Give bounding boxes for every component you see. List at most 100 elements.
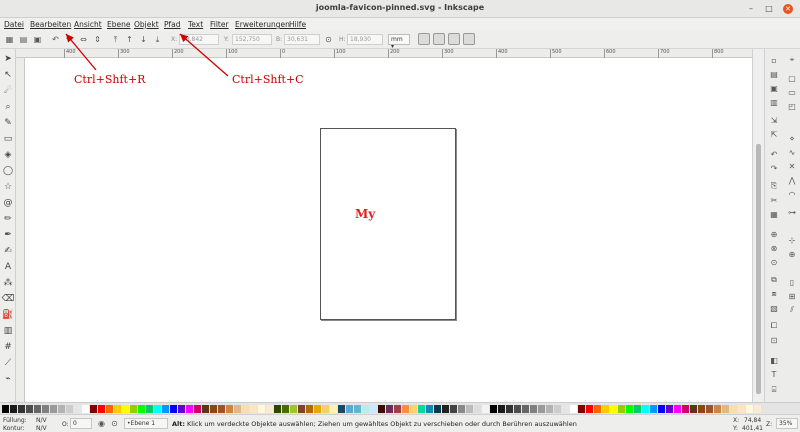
palette-swatch[interactable] [410,405,417,413]
select-all-icon[interactable]: ▦ [4,34,15,45]
palette-swatch[interactable] [690,405,697,413]
new-document-icon[interactable]: ▫ [769,55,779,65]
palette-swatch[interactable] [594,405,601,413]
snap-path-icon[interactable]: ∿ [787,147,797,157]
palette-swatch[interactable] [90,405,97,413]
palette-swatch[interactable] [202,405,209,413]
palette-swatch[interactable] [506,405,513,413]
palette-swatch[interactable] [714,405,721,413]
zoom-drawing-icon[interactable]: ⊗ [769,243,779,253]
snap-intersection-icon[interactable]: ✕ [787,161,797,171]
selector-tool-icon[interactable]: ➤ [2,53,14,65]
print-icon[interactable]: ▥ [769,97,779,107]
scale-corners-toggle[interactable] [433,33,445,45]
save-icon[interactable]: ▣ [769,83,779,93]
palette-swatch[interactable] [2,405,9,413]
scale-stroke-toggle[interactable] [418,33,430,45]
menu-objekt[interactable]: Objekt [134,20,159,29]
snap-center-icon[interactable]: ⊹ [787,235,797,245]
palette-swatch[interactable] [618,405,625,413]
palette-swatch[interactable] [610,405,617,413]
menu-erweiterungen[interactable]: Erweiterungen [235,20,290,29]
zoom-selection-icon[interactable]: ⊕ [769,229,779,239]
width-field[interactable]: 30,631 [284,34,320,45]
minimize-icon[interactable]: – [746,4,756,14]
snap-bbox-edge-icon[interactable]: ▭ [787,87,797,97]
raise-icon[interactable]: ↑ [124,34,135,45]
snap-nodes-icon[interactable]: ⋄ [787,133,797,143]
gradient-tool-icon[interactable]: ▥ [2,325,14,337]
snap-smooth-icon[interactable]: ◠ [787,189,797,199]
palette-swatch[interactable] [482,405,489,413]
palette-swatch[interactable] [210,405,217,413]
palette-swatch[interactable] [578,405,585,413]
palette-swatch[interactable] [602,405,609,413]
snap-bbox-corner-icon[interactable]: ◰ [787,101,797,111]
palette-swatch[interactable] [466,405,473,413]
import-icon[interactable]: ⇲ [769,115,779,125]
palette-swatch[interactable] [474,405,481,413]
select-all-layers-icon[interactable]: ▤ [18,34,29,45]
palette-swatch[interactable] [746,405,753,413]
snap-grid-icon[interactable]: ⊞ [787,291,797,301]
palette-swatch[interactable] [74,405,81,413]
palette-swatch[interactable] [754,405,761,413]
palette-swatch[interactable] [370,405,377,413]
drawing-canvas[interactable]: My [25,58,752,402]
menu-hilfe[interactable]: Hilfe [289,20,306,29]
page-text-my[interactable]: My [355,207,375,221]
palette-swatch[interactable] [282,405,289,413]
palette-swatch[interactable] [18,405,25,413]
xml-editor-icon[interactable]: ⌸ [769,385,779,395]
palette-swatch[interactable] [186,405,193,413]
palette-swatch[interactable] [738,405,745,413]
text-font-icon[interactable]: T [769,369,779,379]
palette-swatch[interactable] [666,405,673,413]
mesh-tool-icon[interactable]: # [2,341,14,353]
palette-swatch[interactable] [570,405,577,413]
palette-swatch[interactable] [98,405,105,413]
palette-swatch[interactable] [234,405,241,413]
menu-filter[interactable]: Filter [210,20,229,29]
palette-swatch[interactable] [530,405,537,413]
palette-swatch[interactable] [650,405,657,413]
measure-tool-icon[interactable]: ✎ [2,117,14,129]
palette-swatch[interactable] [682,405,689,413]
palette-swatch[interactable] [450,405,457,413]
palette-swatch[interactable] [114,405,121,413]
connector-tool-icon[interactable]: ⌁ [2,373,14,385]
rotate-ccw-icon[interactable]: ↶ [50,34,61,45]
palette-swatch[interactable] [162,405,169,413]
palette-swatch[interactable] [658,405,665,413]
snap-cusp-icon[interactable]: ⋀ [787,175,797,185]
palette-swatch[interactable] [730,405,737,413]
palette-swatch[interactable] [34,405,41,413]
export-icon[interactable]: ⇱ [769,129,779,139]
palette-swatch[interactable] [138,405,145,413]
palette-swatch[interactable] [146,405,153,413]
palette-swatch[interactable] [362,405,369,413]
palette-swatch[interactable] [314,405,321,413]
spray-tool-icon[interactable]: ⁂ [2,277,14,289]
transform-patterns-toggle[interactable] [463,33,475,45]
menu-bearbeiten[interactable]: Bearbeiten [30,20,71,29]
text-tool-icon[interactable]: A [2,261,14,273]
palette-swatch[interactable] [554,405,561,413]
x-field[interactable]: 18,842 [179,34,219,45]
raise-to-top-icon[interactable]: ⤒ [110,34,121,45]
palette-swatch[interactable] [82,405,89,413]
spiral-tool-icon[interactable]: @ [2,197,14,209]
pen-tool-icon[interactable]: ✒ [2,229,14,241]
snap-midpoint-icon[interactable]: ⊶ [787,207,797,217]
eye-icon[interactable]: ◉ [96,418,107,429]
palette-swatch[interactable] [250,405,257,413]
palette-swatch[interactable] [490,405,497,413]
clone-icon[interactable]: ⧈ [769,289,779,299]
palette-swatch[interactable] [306,405,313,413]
palette-swatch[interactable] [394,405,401,413]
palette-swatch[interactable] [170,405,177,413]
stroke-value[interactable]: N/V [36,425,47,432]
group-icon[interactable]: ⧠ [769,321,779,331]
palette-swatch[interactable] [586,405,593,413]
flip-vertical-icon[interactable]: ⇕ [92,34,103,45]
